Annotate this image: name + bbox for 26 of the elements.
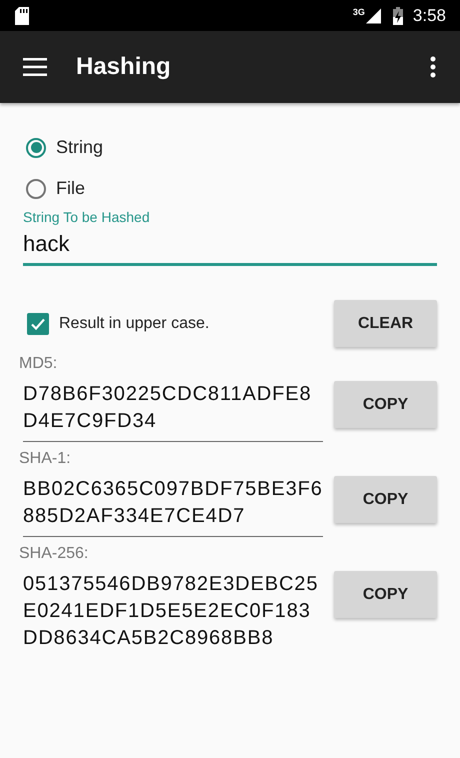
sd-card-icon (15, 6, 29, 24)
signal-icon (366, 8, 381, 24)
copy-button[interactable]: COPY (334, 476, 437, 523)
hash-label: MD5: (19, 355, 58, 373)
hash-label: SHA-1: (19, 450, 72, 468)
clock: 3:58 (412, 6, 446, 26)
radio-label[interactable]: String (56, 137, 104, 158)
copy-button[interactable]: COPY (334, 381, 437, 428)
battery-charging-icon (392, 6, 403, 24)
radio-label[interactable]: File (56, 178, 86, 199)
radio-button[interactable] (26, 178, 46, 198)
app-title: Hashing (76, 53, 171, 81)
hash-value-field[interactable]: D78B6F30225CDC811ADFE8D4E7C9FD34 (23, 381, 323, 442)
checkbox[interactable] (27, 312, 49, 334)
field-label: String To be Hashed (23, 209, 151, 225)
menu-icon[interactable] (23, 58, 47, 76)
hash-value-field[interactable]: 051375546DB9782E3DEBC25E0241EDF1D5E5E2EC0F183DD8634CA5B2C8968BB8 (23, 571, 323, 658)
clear-button[interactable]: CLEAR (334, 300, 437, 347)
copy-button[interactable]: COPY (334, 571, 437, 618)
more-options-icon[interactable] (430, 56, 436, 78)
checkbox-label[interactable]: Result in upper case. (59, 314, 210, 332)
hash-value-field[interactable]: BB02C6365C097BDF75BE3F6885D2AF334E7CE4D7 (23, 476, 323, 537)
input-field[interactable]: hack (23, 231, 437, 266)
network-type: 3G (352, 7, 365, 17)
hash-label: SHA-256: (19, 545, 90, 563)
radio-button[interactable] (26, 138, 46, 158)
